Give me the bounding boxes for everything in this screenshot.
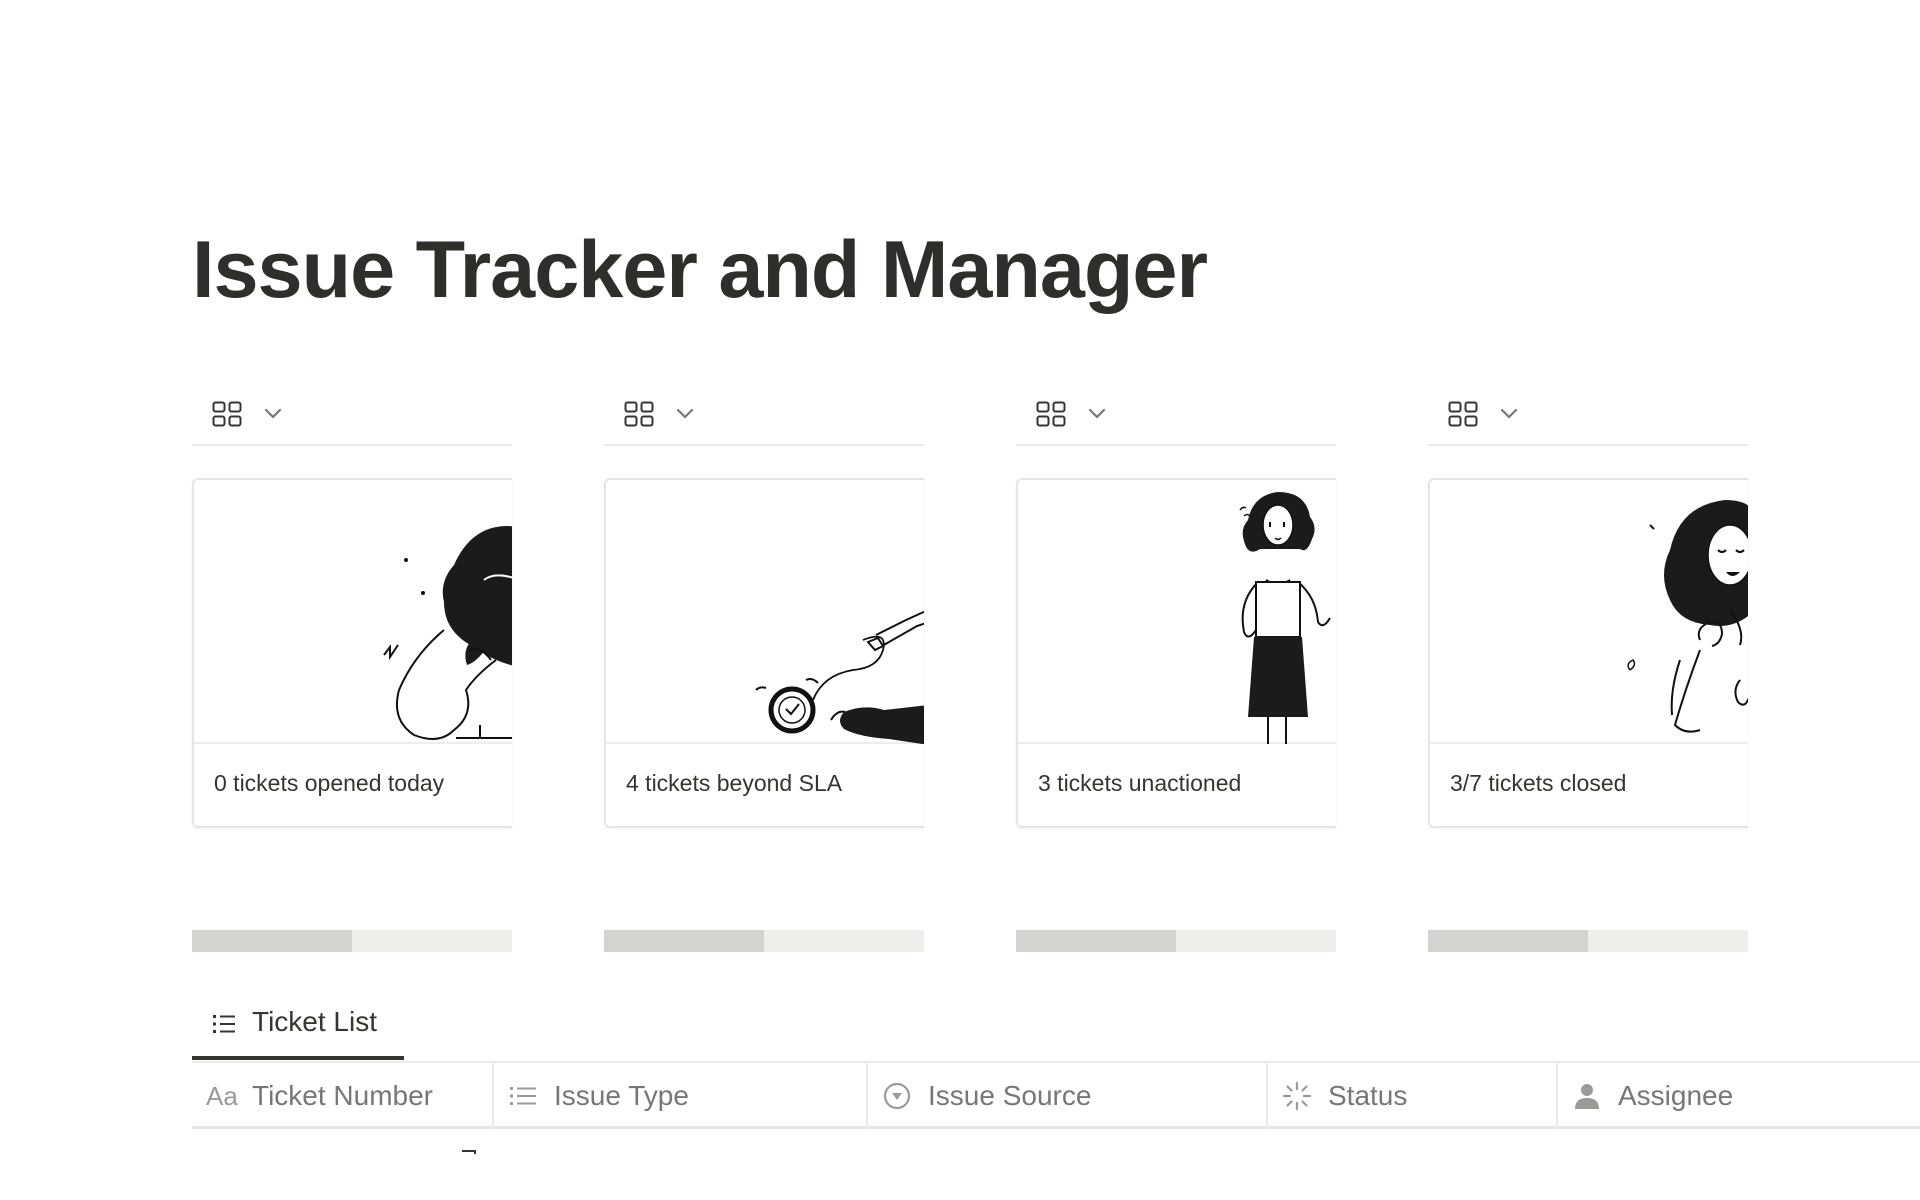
- column-label: Status: [1328, 1080, 1408, 1111]
- gallery-view-icon: [1036, 401, 1066, 427]
- gallery-toolbar: [1016, 382, 1336, 446]
- woman-on-phone-illustration: [383, 526, 512, 740]
- scrollbar-thumb[interactable]: [604, 930, 764, 952]
- gallery-card[interactable]: 4 tickets beyond SLA: [604, 478, 924, 828]
- card-caption: 4 tickets beyond SLA: [626, 770, 843, 796]
- card-cover: [194, 480, 512, 744]
- view-switcher-button[interactable]: [1028, 394, 1116, 434]
- tab-label: Ticket List: [252, 1006, 377, 1037]
- gallery-card[interactable]: 3/7 tickets closed: [1428, 478, 1748, 828]
- gallery-unactioned: 3 tickets unactioned: [1016, 382, 1336, 952]
- column-label: Issue Type: [554, 1080, 689, 1111]
- view-switcher-button[interactable]: [204, 394, 292, 434]
- chevron-down-icon: [264, 408, 282, 419]
- column-header-issue-type[interactable]: Issue Type: [494, 1063, 868, 1129]
- view-switcher-button[interactable]: [616, 394, 704, 434]
- chevron-down-icon: [1088, 408, 1106, 419]
- person-icon: [1575, 1084, 1599, 1109]
- column-label: Ticket Number: [252, 1080, 434, 1111]
- horizontal-scrollbar[interactable]: [192, 930, 512, 952]
- text-property-icon: Aa: [206, 1081, 238, 1111]
- gallery-card[interactable]: 0 tickets opened today: [192, 478, 512, 828]
- list-icon: [213, 1015, 235, 1033]
- page: Issue Tracker and Manager 0 tickets open…: [0, 0, 1920, 1200]
- scrollbar-thumb[interactable]: [1428, 930, 1588, 952]
- chevron-down-icon: [676, 408, 694, 419]
- card-cover: [1430, 480, 1748, 744]
- card-caption: 3 tickets unactioned: [1038, 770, 1242, 796]
- view-switcher-button[interactable]: [1440, 394, 1528, 434]
- card-caption: 0 tickets opened today: [214, 770, 445, 796]
- multi-select-icon: [510, 1087, 536, 1105]
- column-header-assignee[interactable]: Assignee: [1558, 1063, 1920, 1129]
- column-header-ticket-number[interactable]: Aa Ticket Number: [192, 1063, 494, 1129]
- chevron-down-icon: [1500, 408, 1518, 419]
- scrollbar-thumb[interactable]: [192, 930, 352, 952]
- page-title: Issue Tracker and Manager: [192, 225, 1208, 315]
- gallery-view-icon: [1448, 401, 1478, 427]
- scrollbar-thumb[interactable]: [1016, 930, 1176, 952]
- gallery-beyond-sla: 4 tickets beyond SLA: [604, 382, 924, 952]
- gallery-toolbar: [192, 382, 512, 446]
- column-header-issue-source[interactable]: Issue Source: [868, 1063, 1268, 1129]
- status-icon: [1282, 1082, 1312, 1110]
- gallery-toolbar: [1428, 382, 1748, 446]
- card-cover: [606, 480, 924, 744]
- column-resize-handle[interactable]: [462, 1150, 476, 1154]
- standing-woman-illustration: [1239, 492, 1331, 744]
- cheering-woman-illustration: [1627, 500, 1748, 733]
- column-label: Issue Source: [928, 1080, 1092, 1111]
- gallery-closed: 3/7 tickets closed: [1428, 382, 1748, 952]
- table-header: Aa Ticket Number Issue Type Issue Source: [192, 1061, 1920, 1129]
- gallery-view-icon: [624, 401, 654, 427]
- card-cover: [1018, 480, 1336, 744]
- card-caption: 3/7 tickets closed: [1450, 770, 1627, 796]
- tab-ticket-list[interactable]: Ticket List: [192, 994, 404, 1060]
- gallery-opened-today: 0 tickets opened today: [192, 382, 512, 952]
- column-label: Assignee: [1618, 1080, 1734, 1111]
- column-header-status[interactable]: Status: [1268, 1063, 1558, 1129]
- horizontal-scrollbar[interactable]: [1016, 930, 1336, 952]
- gallery-toolbar: [604, 382, 924, 446]
- pocket-watch-illustration: [755, 610, 924, 744]
- gallery-view-icon: [212, 401, 242, 427]
- gallery-card[interactable]: 3 tickets unactioned: [1016, 478, 1336, 828]
- select-icon: [883, 1082, 911, 1110]
- horizontal-scrollbar[interactable]: [604, 930, 924, 952]
- horizontal-scrollbar[interactable]: [1428, 930, 1748, 952]
